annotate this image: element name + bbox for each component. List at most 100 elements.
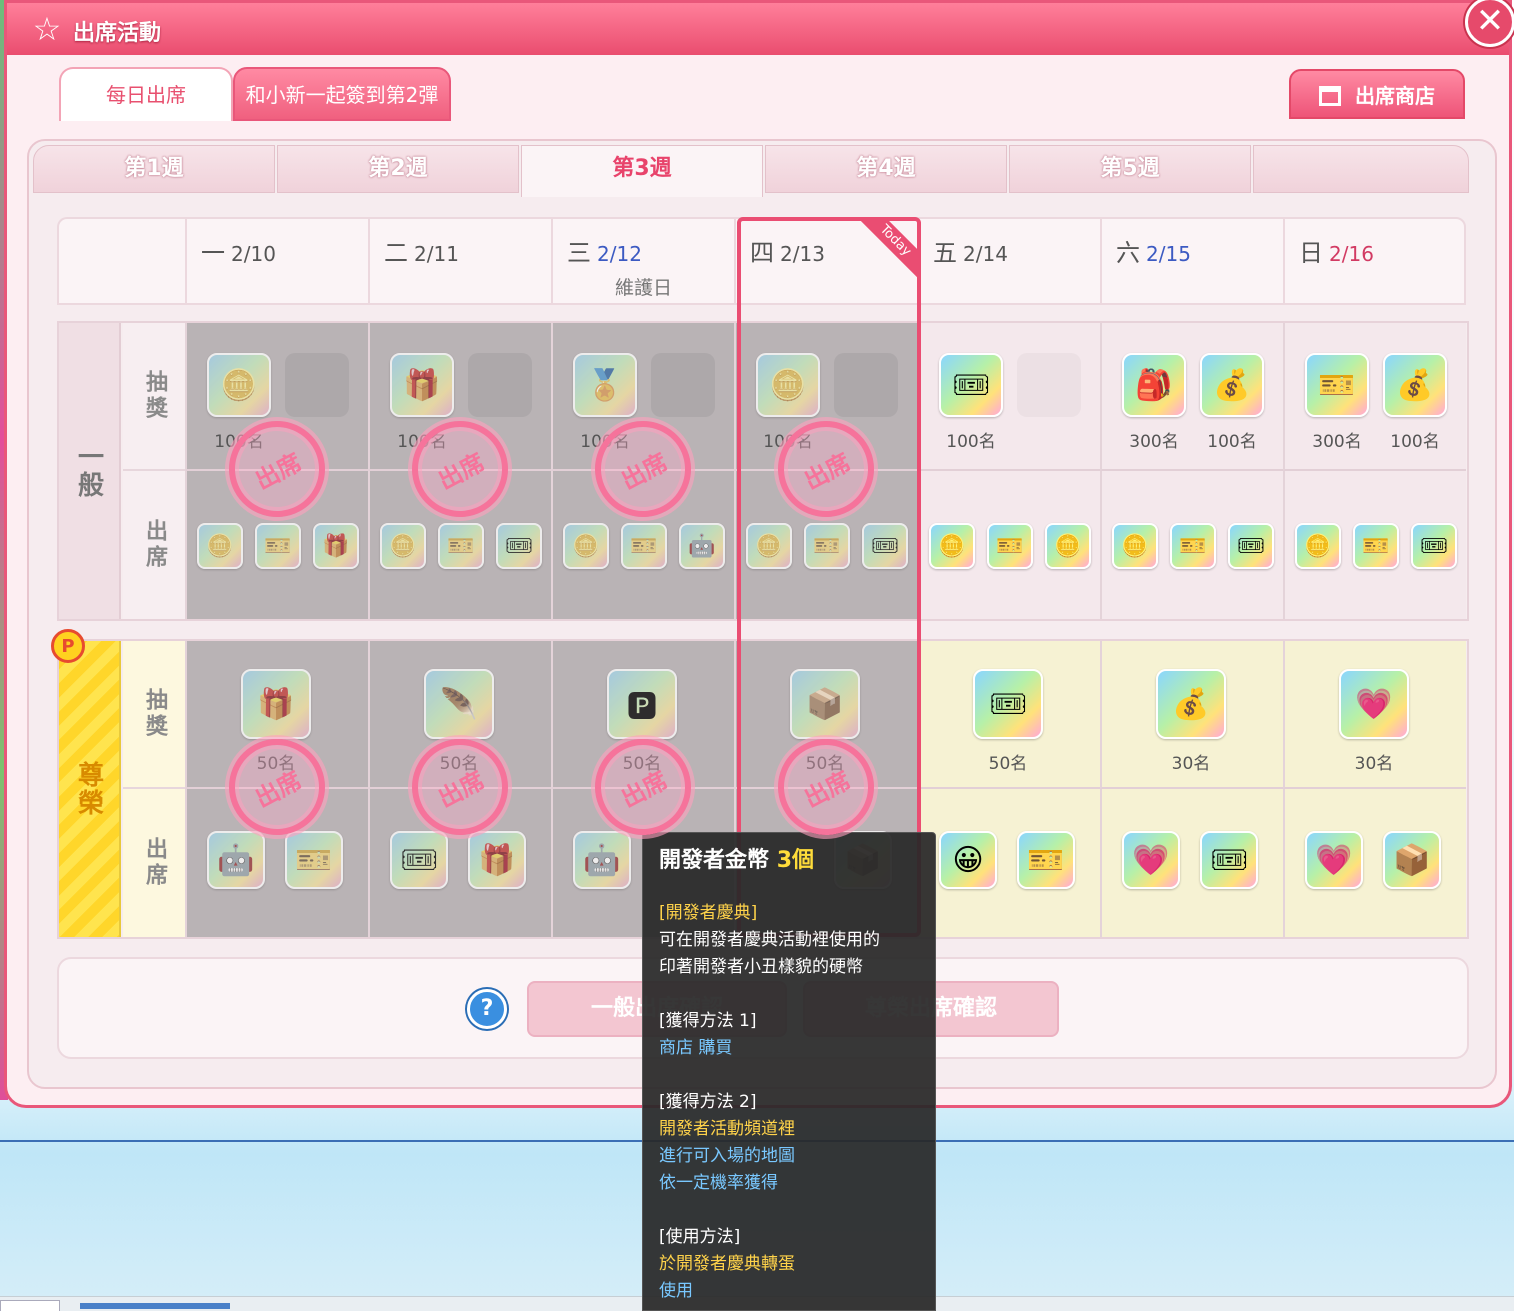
weekday-char: 五: [933, 239, 957, 267]
premium-reward-icon[interactable]: 🅿: [607, 669, 677, 739]
tooltip-title: 開發者金幣 3個: [659, 848, 814, 873]
tooltip-line: 進行可入場的地圖: [659, 1146, 795, 1166]
reward-item-icon[interactable]: 💰: [1383, 353, 1447, 417]
premium-section-label: 尊榮: [59, 641, 121, 937]
attendance-shop-button[interactable]: 出席商店: [1289, 69, 1465, 119]
tab-week-5[interactable]: 第5週: [1009, 145, 1251, 193]
reward-item-icon[interactable]: 🎟: [939, 353, 1003, 417]
tab-daily-attendance[interactable]: 每日出席: [59, 67, 233, 121]
attendance-reward-icon[interactable]: 🎁: [313, 523, 359, 569]
weekday-label: 三 2/12: [567, 233, 642, 268]
premium-p-icon: P: [51, 629, 85, 663]
tooltip-line: [獲得方法 1]: [659, 1011, 757, 1031]
date-label: 2/13: [780, 242, 825, 266]
attendance-reward-icon[interactable]: 🪙: [380, 523, 426, 569]
normal-attend-cell: 🪙 🎫 🎟: [1100, 471, 1283, 619]
attendance-reward-icon[interactable]: 🎫: [1353, 523, 1399, 569]
attendance-reward-icon[interactable]: 🎫: [804, 523, 850, 569]
quantity-label: 300名: [1312, 432, 1362, 452]
premium-attendance-icon[interactable]: 🤖: [573, 831, 631, 889]
attendance-reward-icon[interactable]: 🤖: [679, 523, 725, 569]
attendance-reward-icon[interactable]: 🎫: [438, 523, 484, 569]
quantity-label: 100名: [946, 432, 996, 452]
tab-week-3[interactable]: 第3週: [521, 145, 763, 197]
premium-lottery-cell: 🅿 50名 出席: [551, 641, 734, 852]
premium-reward-icon[interactable]: 💗: [1339, 669, 1409, 739]
date-label: 2/10: [231, 242, 276, 266]
reward-item-icon[interactable]: 💰: [1200, 353, 1264, 417]
weekday-label: 二 2/11: [384, 233, 459, 268]
premium-attendance-icon[interactable]: 🎁: [468, 831, 526, 889]
reward-item-icon[interactable]: 🪙: [756, 353, 820, 417]
attendance-reward-icon[interactable]: 🎫: [255, 523, 301, 569]
tooltip-line: 印著開發者小丑樣貌的硬幣: [659, 957, 863, 977]
premium-attendance-icon[interactable]: 🎫: [285, 831, 343, 889]
attendance-reward-icon[interactable]: 🪙: [1045, 523, 1091, 569]
attend-row-label: 出席: [123, 789, 185, 937]
window-title: 出席活動: [73, 21, 162, 46]
attendance-reward-icon[interactable]: 🪙: [197, 523, 243, 569]
help-button[interactable]: ?: [467, 989, 507, 1029]
premium-reward-icon[interactable]: 🎁: [241, 669, 311, 739]
attendance-reward-icon[interactable]: 🎫: [987, 523, 1033, 569]
premium-attend-cell: 💗 🎟: [1100, 789, 1283, 937]
attendance-reward-icon[interactable]: 🎫: [1170, 523, 1216, 569]
normal-lottery-cell: 🎟 100名: [917, 323, 1100, 471]
quantity-label: 100名: [1390, 432, 1440, 452]
attendance-reward-icon[interactable]: 🪙: [1112, 523, 1158, 569]
tab-week-2[interactable]: 第2週: [277, 145, 519, 193]
premium-reward-icon[interactable]: 🪶: [424, 669, 494, 739]
reward-item-icon[interactable]: 🪙: [207, 353, 271, 417]
premium-attendance-icon[interactable]: 🤖: [207, 831, 265, 889]
attendance-reward-icon[interactable]: 🪙: [563, 523, 609, 569]
premium-attendance-icon[interactable]: 📦: [1383, 831, 1441, 889]
date-label: 2/11: [414, 242, 459, 266]
premium-attendance-icon[interactable]: 😀: [939, 831, 997, 889]
tab-week-1[interactable]: 第1週: [33, 145, 275, 193]
reward-item-icon[interactable]: 🎒: [1122, 353, 1186, 417]
tab-week-6[interactable]: [1253, 145, 1469, 193]
premium-attendance-icon[interactable]: 💗: [1305, 831, 1363, 889]
premium-reward-icon[interactable]: 📦: [790, 669, 860, 739]
attendance-reward-icon[interactable]: 🎟: [1228, 523, 1274, 569]
premium-attendance-icon[interactable]: 🎫: [1017, 831, 1075, 889]
premium-lottery-cell: 💰 30名: [1100, 641, 1283, 789]
date-label: 2/16: [1329, 242, 1374, 266]
premium-reward-icon[interactable]: 💰: [1156, 669, 1226, 739]
quantity-label: 100名: [1207, 432, 1257, 452]
quantity-label: 30名: [1171, 754, 1211, 774]
day-header-3: 三 2/12 維護日: [551, 217, 734, 305]
premium-reward-icon[interactable]: 🎟: [973, 669, 1043, 739]
weekday-char: 四: [750, 239, 774, 267]
premium-attendance-icon[interactable]: 💗: [1122, 831, 1180, 889]
premium-attendance-icon[interactable]: 🎟: [1200, 831, 1258, 889]
reward-item-icon[interactable]: 🏅: [573, 353, 637, 417]
empty-slot: [834, 353, 898, 417]
title-bar[interactable]: ☆ 出席活動: [7, 3, 1509, 55]
normal-lottery-cell: 🪙 100名 出席: [734, 323, 917, 534]
normal-lottery-cell: 🎁 100名 出席: [368, 323, 551, 534]
premium-lottery-cell: 🎟 50名: [917, 641, 1100, 789]
attendance-reward-icon[interactable]: 🎟: [1411, 523, 1457, 569]
attendance-reward-icon[interactable]: 🪙: [1295, 523, 1341, 569]
day-header-2: 二 2/11: [368, 217, 551, 305]
item-tooltip: 開發者金幣 3個 [開發者慶典] 可在開發者慶典活動裡使用的 印著開發者小丑樣貌的硬…: [642, 832, 936, 1311]
reward-item-icon[interactable]: 🎁: [390, 353, 454, 417]
attendance-reward-icon[interactable]: 🎫: [621, 523, 667, 569]
premium-attendance-icon[interactable]: 🎟: [390, 831, 448, 889]
taskbar-tab[interactable]: [0, 1300, 60, 1311]
normal-attend-cell: 🪙 🎫 🎟: [1283, 471, 1466, 619]
weekday-char: 日: [1299, 239, 1323, 267]
empty-slot: [285, 353, 349, 417]
reward-item-icon[interactable]: 🎫: [1305, 353, 1369, 417]
weekday-char: 六: [1116, 239, 1140, 267]
attendance-reward-icon[interactable]: 🪙: [929, 523, 975, 569]
attendance-reward-icon[interactable]: 🪙: [746, 523, 792, 569]
close-button[interactable]: ✕: [1465, 0, 1514, 47]
attendance-reward-icon[interactable]: 🎟: [496, 523, 542, 569]
empty-slot: [468, 353, 532, 417]
attendance-reward-icon[interactable]: 🎟: [862, 523, 908, 569]
tab-week-4[interactable]: 第4週: [765, 145, 1007, 193]
quantity-label: 300名: [1129, 432, 1179, 452]
tab-shin-chan-event[interactable]: 和小新一起簽到第2彈: [233, 67, 451, 121]
